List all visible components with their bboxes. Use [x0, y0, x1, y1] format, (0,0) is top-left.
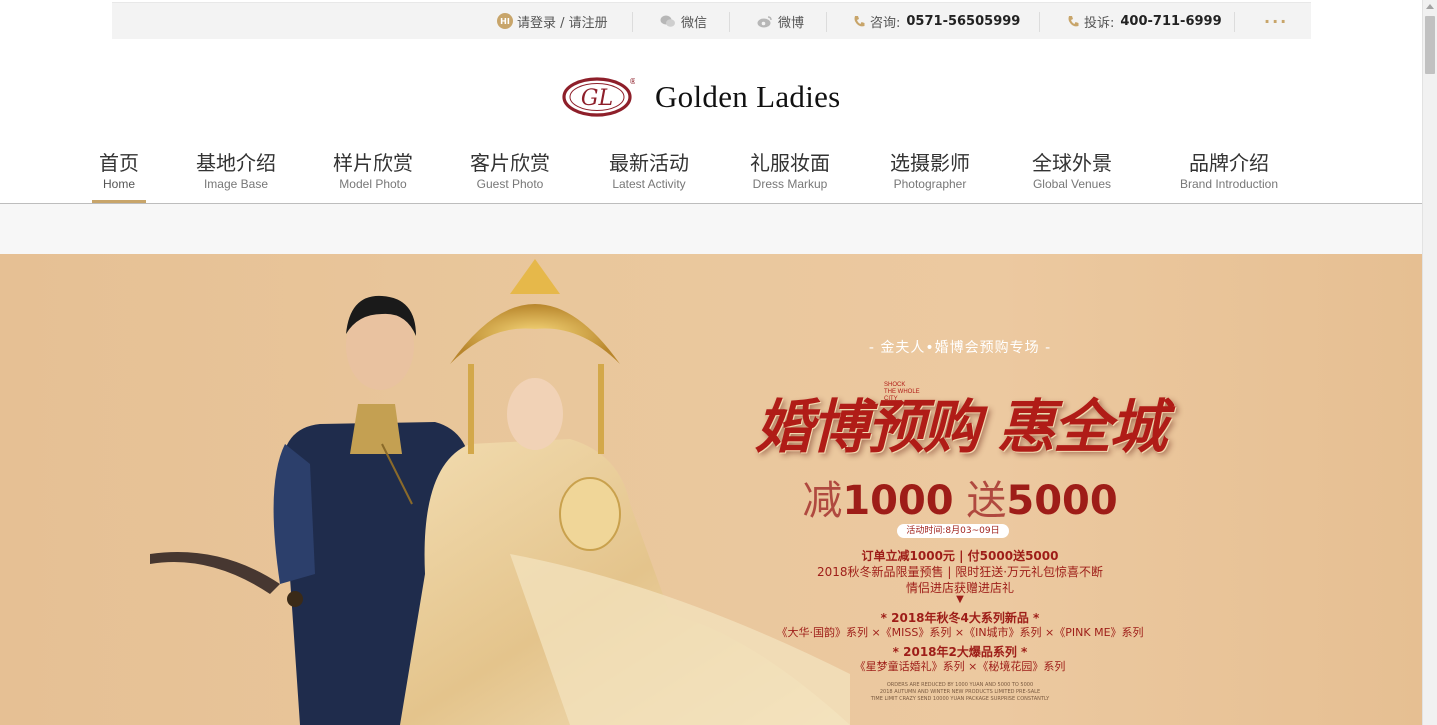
consult-number: 0571-56505999: [906, 13, 1021, 29]
banner-fine-print: ORDERS ARE REDUCED BY 1000 YUAN AND 5000…: [700, 682, 1220, 703]
promo-gift-amount: 5000: [1006, 478, 1118, 524]
nav-item-model-photo[interactable]: 样片欣赏 Model Photo: [323, 150, 423, 192]
banner-title: 婚博预购 惠全城: [754, 393, 1167, 461]
registered-mark: ®: [629, 77, 635, 86]
wechat-label[interactable]: 微信: [681, 12, 707, 31]
scrollbar-thumb[interactable]: [1425, 16, 1435, 74]
activity-date-badge: 活动时间:8月03~09日: [897, 524, 1009, 538]
wechat-icon: [660, 15, 676, 28]
nav-item-latest-activity[interactable]: 最新活动 Latest Activity: [594, 150, 704, 192]
banner-line: 2018秋冬新品限量预售 | 限时狂送·万元礼包惊喜不断: [816, 565, 1104, 579]
weibo-icon: [757, 15, 773, 28]
banner-copy: - 金夫人•婚博会预购专场 - SHOCK THE WHOLE CITY 婚博预…: [700, 254, 1220, 725]
main-nav: 首页 Home 基地介绍 Image Base 样片欣赏 Model Photo…: [0, 150, 1422, 203]
nav-label-cn: 基地介绍: [196, 151, 276, 175]
down-arrow-icon: ▼: [956, 594, 964, 605]
nav-label-cn: 客片欣赏: [470, 151, 550, 175]
nav-item-brand-introduction[interactable]: 品牌介绍 Brand Introduction: [1164, 150, 1294, 192]
banner-line: 《星梦童话婚礼》系列 ×《秘境花园》系列: [854, 660, 1066, 673]
complaint-phone: 投诉: 400-711-6999: [1067, 3, 1222, 39]
nav-label-cn: 选摄影师: [890, 151, 970, 175]
spacer-band: [0, 204, 1422, 254]
nav-label-en: Guest Photo: [476, 177, 544, 191]
consult-label: 咨询:: [870, 15, 901, 31]
login-link[interactable]: HI 请登录 / 请注册: [497, 3, 608, 39]
complaint-number: 400-711-6999: [1120, 13, 1222, 29]
logo-text: Golden Ladies: [655, 79, 841, 114]
nav-label-cn: 礼服妆面: [750, 151, 830, 175]
banner-line: 《大华·国韵》系列 ×《MISS》系列 ×《IN城市》系列 ×《PINK ME》…: [776, 626, 1144, 639]
logo-monogram-icon: GL ®: [562, 77, 635, 117]
nav-item-home[interactable]: 首页 Home: [92, 150, 146, 192]
hero-banner[interactable]: - 金夫人•婚博会预购专场 - SHOCK THE WHOLE CITY 婚博预…: [0, 254, 1422, 725]
nav-label-en: Model Photo: [339, 177, 407, 191]
nav-label-cn: 首页: [99, 151, 139, 175]
nav-label-en: Image Base: [203, 177, 269, 191]
brand-logo[interactable]: GL ® Golden Ladies: [562, 76, 841, 118]
phone-icon: [1067, 15, 1079, 28]
phone-icon: [853, 15, 865, 28]
nav-label-en: Dress Markup: [752, 177, 828, 191]
nav-label-en: Brand Introduction: [1179, 177, 1279, 191]
complaint-label: 投诉:: [1084, 15, 1115, 31]
fine-print-line: TIME LIMIT CRAZY SEND 10000 YUAN PACKAGE…: [870, 696, 1050, 702]
divider: [826, 12, 827, 32]
nav-label-cn: 全球外景: [1032, 151, 1112, 175]
top-bar: HI 请登录 / 请注册 微信 微博 咨询: 0571-56505999 投诉:…: [112, 2, 1311, 39]
divider: [729, 12, 730, 32]
hi-badge-icon: HI: [497, 13, 513, 29]
banner-line: 订单立减1000元 | 付5000送5000: [861, 549, 1059, 563]
consult-phone: 咨询: 0571-56505999: [853, 3, 1020, 39]
divider: [632, 12, 633, 32]
banner-promo: 减1000 送5000: [700, 468, 1220, 526]
nav-label-en: Global Venues: [1032, 177, 1112, 191]
nav-item-photographer[interactable]: 选摄影师 Photographer: [875, 150, 985, 192]
promo-gift: 送: [966, 478, 1007, 524]
fine-print-line: ORDERS ARE REDUCED BY 1000 YUAN AND 5000…: [886, 682, 1034, 688]
logo-monogram-text: GL: [581, 86, 613, 111]
nav-item-dress-markup[interactable]: 礼服妆面 Dress Markup: [735, 150, 845, 192]
promo-reduce-amount: 1000: [842, 478, 954, 524]
weibo-link[interactable]: 微博: [757, 3, 804, 39]
nav-item-global-venues[interactable]: 全球外景 Global Venues: [1017, 150, 1127, 192]
nav-label-cn: 样片欣赏: [333, 151, 413, 175]
promo-reduce: 减: [802, 478, 843, 524]
nav-label-en: Latest Activity: [612, 177, 686, 191]
nav-item-image-base[interactable]: 基地介绍 Image Base: [186, 150, 286, 192]
vertical-scrollbar[interactable]: [1422, 0, 1437, 725]
more-menu-icon[interactable]: ···: [1264, 3, 1288, 39]
wechat-link[interactable]: 微信: [660, 3, 707, 39]
nav-label-en: Home: [102, 177, 135, 191]
scroll-up-arrow-icon[interactable]: [1426, 4, 1434, 9]
nav-label-cn: 品牌介绍: [1189, 151, 1269, 175]
divider: [1039, 12, 1040, 32]
nav-item-guest-photo[interactable]: 客片欣赏 Guest Photo: [460, 150, 560, 192]
nav-label-cn: 最新活动: [609, 151, 689, 175]
divider: [1234, 12, 1235, 32]
login-label[interactable]: 请登录 / 请注册: [517, 12, 608, 31]
nav-label-en: Photographer: [893, 177, 967, 191]
weibo-label[interactable]: 微博: [778, 12, 804, 31]
banner-pre-title: - 金夫人•婚博会预购专场 -: [868, 340, 1052, 356]
fine-print-line: 2018 AUTUMN AND WINTER NEW PRODUCTS LIMI…: [879, 689, 1041, 695]
